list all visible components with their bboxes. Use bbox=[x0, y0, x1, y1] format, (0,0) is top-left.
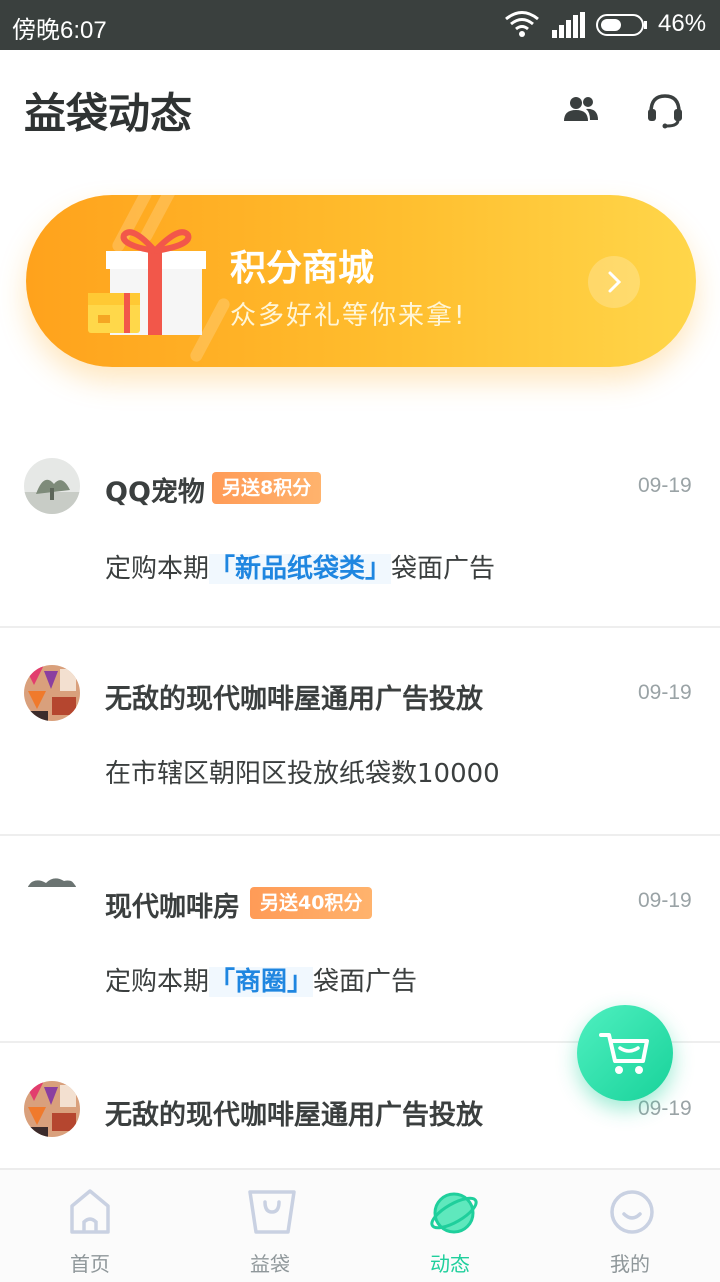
face-icon bbox=[610, 1190, 654, 1234]
desc-prefix: 定购本期 bbox=[105, 967, 210, 997]
banner-title: 积分商城 bbox=[230, 248, 375, 289]
banner-arrow-button[interactable] bbox=[588, 256, 640, 308]
gift-icon bbox=[88, 229, 206, 335]
desc-suffix: 袋面广告 bbox=[391, 554, 496, 584]
feed-item-date: 09-19 bbox=[638, 889, 692, 912]
bag-icon bbox=[248, 1190, 296, 1234]
wifi-icon bbox=[505, 11, 539, 37]
users-icon[interactable] bbox=[561, 90, 601, 130]
feed-item-desc: 定购本期「新品纸袋类」袋面广告 bbox=[105, 548, 495, 585]
nav-label: 我的 bbox=[610, 1252, 650, 1276]
feed-item-date: 09-19 bbox=[638, 681, 692, 704]
nav-item-bag[interactable]: 益袋 bbox=[180, 1170, 360, 1282]
desc-highlight: 「商圈」 bbox=[209, 967, 314, 997]
signal-icon bbox=[552, 12, 585, 38]
page-title: 益袋动态 bbox=[24, 89, 193, 138]
points-mall-banner[interactable]: 积分商城 众多好礼等你来拿! bbox=[26, 195, 696, 367]
nav-item-mine[interactable]: 我的 bbox=[540, 1170, 720, 1282]
feed-item[interactable]: 无敌的现代咖啡屋通用广告投放 09-19 在市辖区朝阳区投放纸袋数10000 bbox=[0, 665, 720, 836]
home-icon bbox=[70, 1189, 110, 1234]
points-badge: 另送40积分 bbox=[250, 887, 373, 919]
divider bbox=[0, 626, 720, 628]
points-badge: 另送8积分 bbox=[212, 472, 322, 504]
feed-item[interactable]: QQ宠物 另送8积分 09-19 定购本期「新品纸袋类」袋面广告 bbox=[0, 458, 720, 628]
feed-item-desc: 定购本期「商圈」袋面广告 bbox=[105, 961, 417, 998]
avatar bbox=[24, 665, 80, 721]
cart-icon bbox=[599, 1033, 649, 1074]
chevron-right-icon bbox=[608, 271, 622, 293]
nav-label: 益袋 bbox=[250, 1252, 290, 1276]
status-time: 傍晚6:07 bbox=[12, 17, 107, 44]
desc-suffix: 袋面广告 bbox=[313, 967, 418, 997]
divider bbox=[0, 834, 720, 836]
feed-item-name: 现代咖啡房 bbox=[105, 892, 240, 923]
avatar bbox=[24, 1081, 80, 1137]
desc-highlight: 「新品纸袋类」 bbox=[209, 554, 392, 584]
planet-icon bbox=[430, 1192, 478, 1234]
nav-item-feed[interactable]: 动态 bbox=[360, 1170, 540, 1282]
feed-item-date: 09-19 bbox=[638, 1097, 692, 1120]
feed-item-desc: 在市辖区朝阳区投放纸袋数10000 bbox=[105, 759, 500, 789]
desc-prefix: 定购本期 bbox=[105, 554, 210, 584]
feed-item-name: 无敌的现代咖啡屋通用广告投放 bbox=[105, 684, 483, 715]
feed-item-name: 无敌的现代咖啡屋通用广告投放 bbox=[105, 1100, 483, 1131]
avatar bbox=[24, 458, 80, 514]
avatar bbox=[24, 873, 80, 929]
customer-service-icon[interactable] bbox=[645, 90, 685, 130]
feed-item-date: 09-19 bbox=[638, 474, 692, 497]
nav-item-home[interactable]: 首页 bbox=[0, 1170, 180, 1282]
feed-item-name: QQ宠物 bbox=[105, 477, 205, 508]
status-bar: 傍晚6:07 46% bbox=[0, 0, 720, 50]
battery-icon bbox=[596, 14, 647, 36]
banner-subtitle: 众多好礼等你来拿! bbox=[230, 301, 467, 331]
nav-label: 首页 bbox=[70, 1252, 110, 1276]
bottom-nav: 首页 益袋 动态 我的 bbox=[0, 1168, 720, 1282]
battery-percentage: 46% bbox=[658, 10, 707, 37]
cart-fab-button[interactable] bbox=[577, 1005, 673, 1101]
nav-label: 动态 bbox=[430, 1252, 470, 1276]
